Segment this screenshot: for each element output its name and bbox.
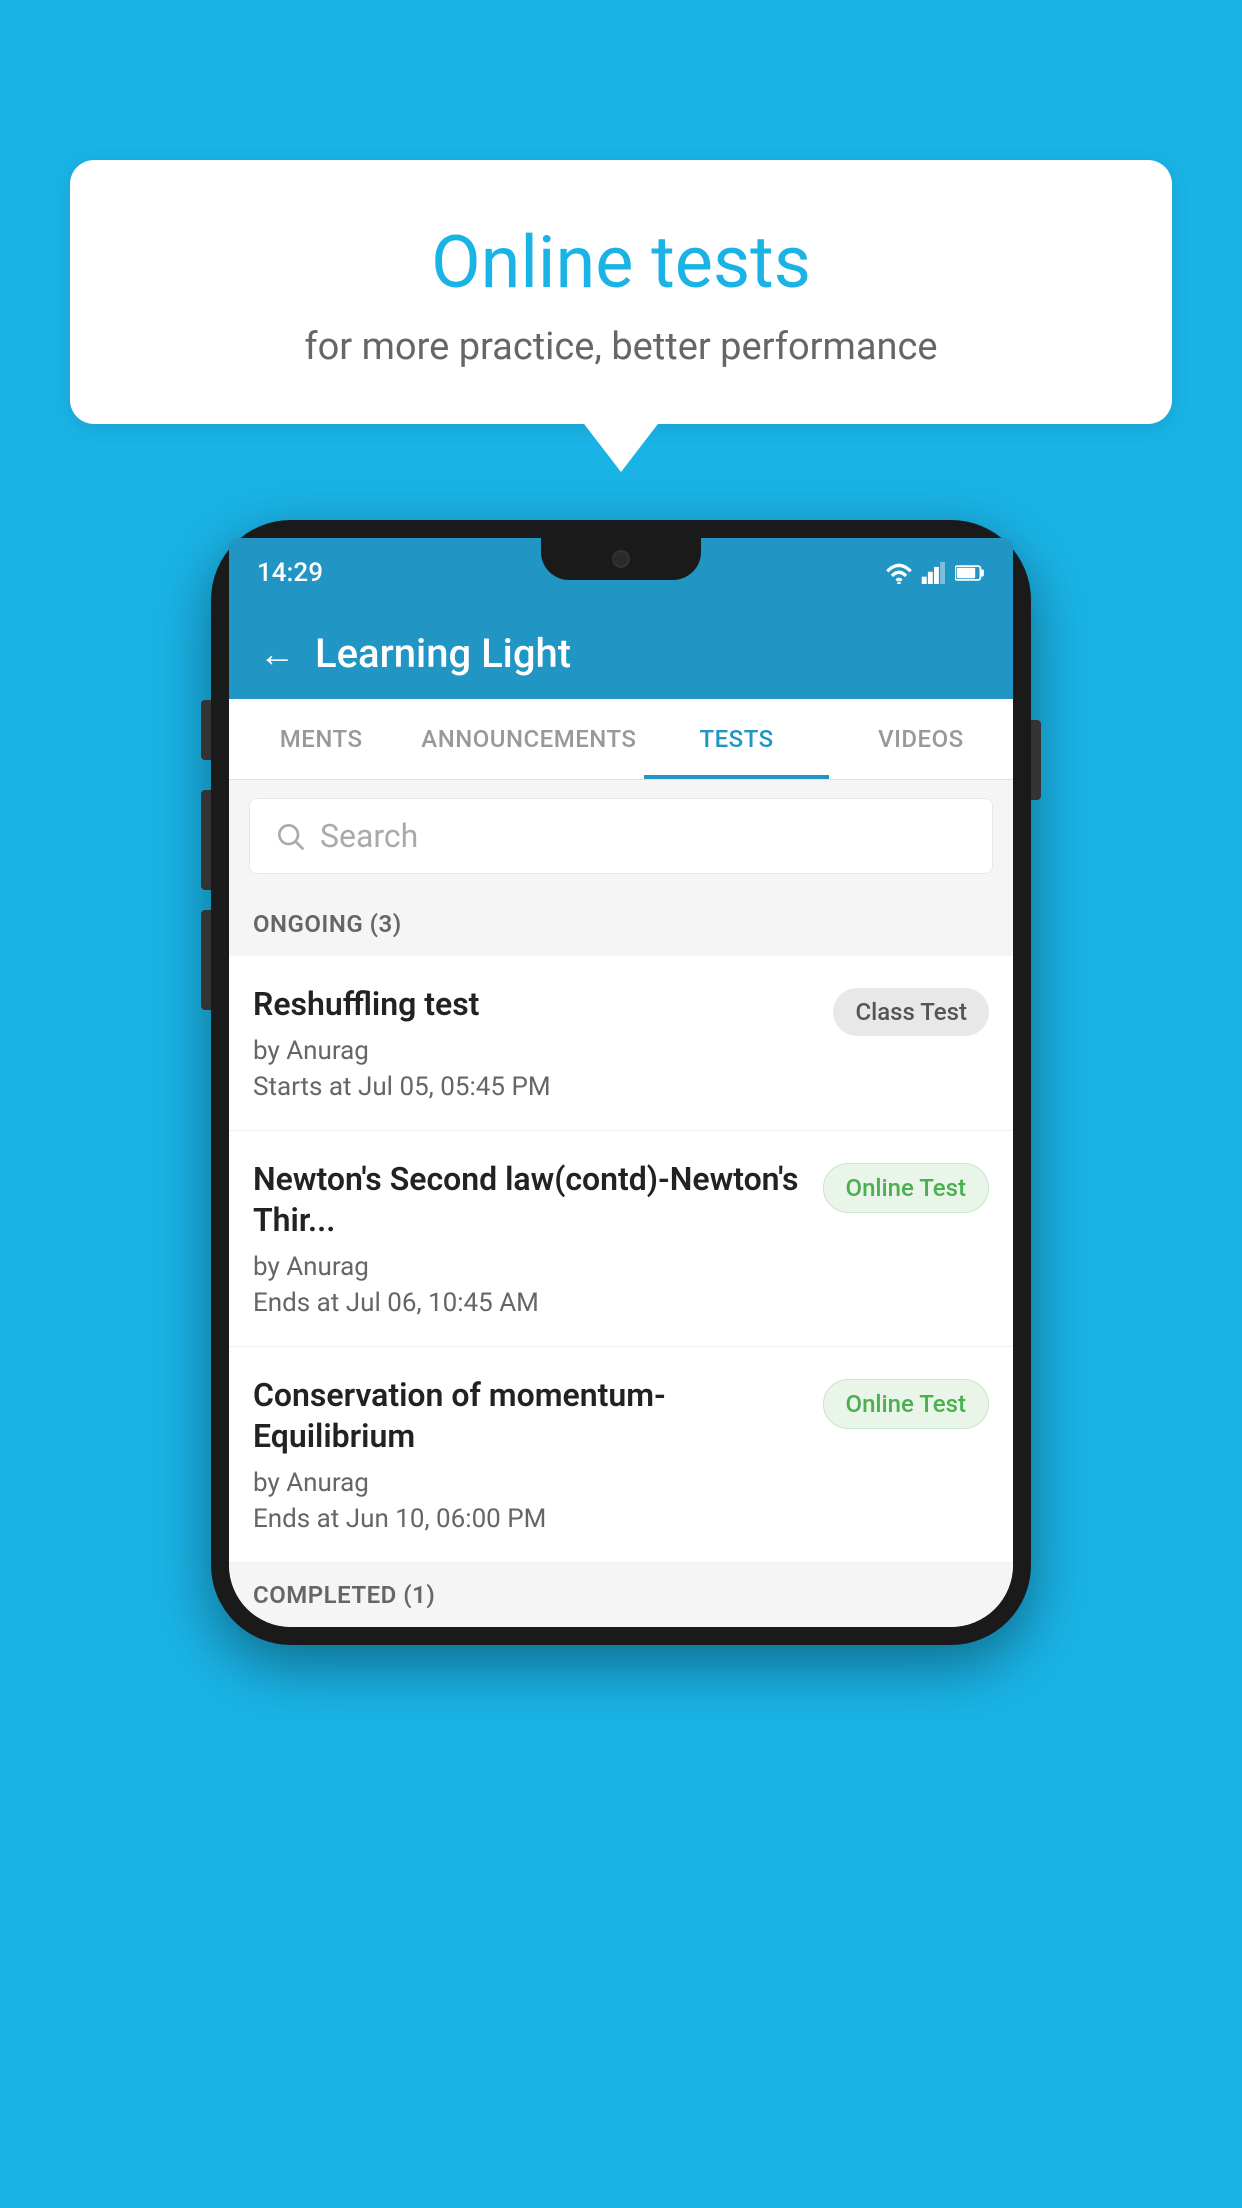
test-item[interactable]: Reshuffling test by Anurag Starts at Jul… bbox=[229, 956, 1013, 1131]
tab-ments[interactable]: MENTS bbox=[229, 699, 413, 779]
test-item[interactable]: Conservation of momentum-Equilibrium by … bbox=[229, 1347, 1013, 1563]
search-container: Search bbox=[229, 780, 1013, 892]
test-author: by Anurag bbox=[253, 1468, 803, 1498]
test-info: Reshuffling test by Anurag Starts at Jul… bbox=[253, 984, 833, 1102]
battery-icon bbox=[955, 562, 985, 584]
test-date: Ends at Jun 10, 06:00 PM bbox=[253, 1504, 803, 1534]
app-header: ← Learning Light bbox=[229, 608, 1013, 699]
ongoing-section-header: ONGOING (3) bbox=[229, 892, 1013, 956]
phone-container: 14:29 bbox=[211, 520, 1031, 1645]
status-icons bbox=[885, 562, 985, 584]
test-name: Newton's Second law(contd)-Newton's Thir… bbox=[253, 1159, 803, 1242]
test-name: Reshuffling test bbox=[253, 984, 813, 1026]
completed-section-header: COMPLETED (1) bbox=[229, 1563, 1013, 1627]
test-name: Conservation of momentum-Equilibrium bbox=[253, 1375, 803, 1458]
test-list: Reshuffling test by Anurag Starts at Jul… bbox=[229, 956, 1013, 1563]
volume-down-button bbox=[201, 790, 211, 890]
signal-icon bbox=[921, 562, 947, 584]
test-info: Newton's Second law(contd)-Newton's Thir… bbox=[253, 1159, 823, 1318]
silent-button bbox=[201, 910, 211, 1010]
speech-bubble-subtitle: for more practice, better performance bbox=[130, 325, 1112, 369]
tab-tests[interactable]: TESTS bbox=[644, 699, 828, 779]
test-item[interactable]: Newton's Second law(contd)-Newton's Thir… bbox=[229, 1131, 1013, 1347]
test-date: Starts at Jul 05, 05:45 PM bbox=[253, 1072, 813, 1102]
speech-bubble: Online tests for more practice, better p… bbox=[70, 160, 1172, 424]
front-camera bbox=[612, 550, 630, 568]
volume-up-button bbox=[201, 700, 211, 760]
wifi-icon bbox=[885, 562, 913, 584]
app-title: Learning Light bbox=[315, 630, 571, 677]
tabs-container: MENTS ANNOUNCEMENTS TESTS VIDEOS bbox=[229, 699, 1013, 780]
phone-screen: ← Learning Light MENTS ANNOUNCEMENTS TES… bbox=[229, 608, 1013, 1627]
status-bar: 14:29 bbox=[229, 538, 1013, 608]
power-button bbox=[1031, 720, 1041, 800]
test-author: by Anurag bbox=[253, 1252, 803, 1282]
test-badge: Online Test bbox=[823, 1379, 989, 1429]
tab-videos[interactable]: VIDEOS bbox=[829, 699, 1013, 779]
test-date: Ends at Jul 06, 10:45 AM bbox=[253, 1288, 803, 1318]
test-badge: Class Test bbox=[833, 988, 989, 1036]
search-icon bbox=[274, 820, 306, 852]
test-author: by Anurag bbox=[253, 1036, 813, 1066]
speech-bubble-container: Online tests for more practice, better p… bbox=[70, 160, 1172, 424]
search-bar[interactable]: Search bbox=[249, 798, 993, 874]
test-info: Conservation of momentum-Equilibrium by … bbox=[253, 1375, 823, 1534]
speech-bubble-title: Online tests bbox=[130, 220, 1112, 305]
test-badge: Online Test bbox=[823, 1163, 989, 1213]
status-time: 14:29 bbox=[257, 558, 323, 588]
tab-announcements[interactable]: ANNOUNCEMENTS bbox=[413, 699, 644, 779]
phone-frame: 14:29 bbox=[211, 520, 1031, 1645]
back-button[interactable]: ← bbox=[259, 633, 295, 675]
search-placeholder: Search bbox=[320, 817, 418, 855]
notch bbox=[541, 538, 701, 580]
